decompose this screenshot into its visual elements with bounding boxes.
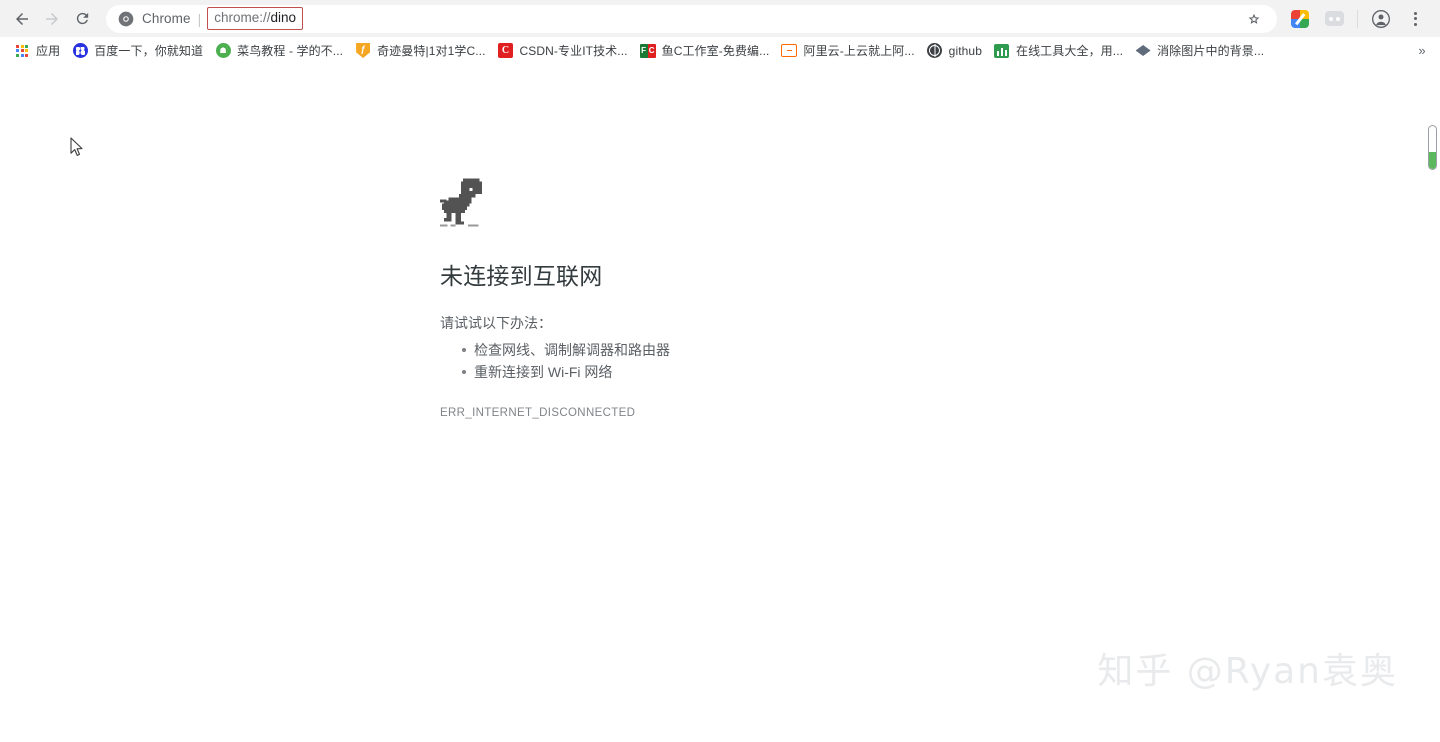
bookmark-github[interactable]: github xyxy=(923,40,990,62)
page-title: 未连接到互联网 xyxy=(440,263,603,289)
list-item: 重新连接到 Wi-Fi 网络 xyxy=(440,361,1040,383)
toolbar-action-icons xyxy=(1283,5,1432,33)
aliyun-icon xyxy=(781,43,798,59)
star-outline-icon xyxy=(1248,13,1260,24)
bookmark-online-tools[interactable]: 在线工具大全，用... xyxy=(990,40,1131,62)
chrome-icon xyxy=(118,11,134,26)
bookmarks-overflow-button[interactable]: » xyxy=(1412,40,1432,62)
omnibox-site-label: Chrome xyxy=(142,11,191,26)
extensions-button[interactable] xyxy=(1320,5,1348,33)
runoob-icon: ☗ xyxy=(215,43,231,59)
list-item: 检查网线、调制解调器和路由器 xyxy=(440,339,1040,361)
url-annotation-box[interactable]: chrome://dino xyxy=(207,7,304,30)
bookmark-apps[interactable]: 应用 xyxy=(10,40,68,62)
bookmark-baidu[interactable]: 百度一下，你就知道 xyxy=(68,40,211,62)
bookmarks-bar: 应用 百度一下，你就知道 ☗ 菜鸟教程 - 学的不... ƒ 奇迹曼特|1对1学… xyxy=(0,37,1440,65)
bookmark-label: 鱼C工作室-免费编... xyxy=(661,44,770,58)
network-error-block: 未连接到互联网 请试试以下办法： 检查网线、调制解调器和路由器 重新连接到 Wi… xyxy=(440,178,1040,419)
back-button[interactable] xyxy=(8,5,36,33)
bookmark-qijimante[interactable]: ƒ 奇迹曼特|1对1学C... xyxy=(351,40,493,62)
bookmark-label: 奇迹曼特|1对1学C... xyxy=(377,44,486,58)
extensions-puzzle-icon xyxy=(1324,11,1344,26)
arrow-right-icon xyxy=(46,12,58,25)
online-tools-icon xyxy=(994,43,1010,59)
bookmark-label: github xyxy=(948,43,982,58)
omnibox-actions xyxy=(1241,6,1267,32)
chrome-menu-icon xyxy=(1413,11,1417,26)
extension-google-icon xyxy=(1291,9,1309,28)
error-code: ERR_INTERNET_DISCONNECTED xyxy=(440,407,636,420)
bookmark-label: CSDN-专业IT技术... xyxy=(519,44,628,58)
bookmark-runoob[interactable]: ☗ 菜鸟教程 - 学的不... xyxy=(211,40,351,62)
url-scheme: chrome:// xyxy=(214,10,271,25)
fishc-icon: FC xyxy=(639,43,656,59)
watermark: 知乎 @Ryan袁奥 xyxy=(1097,651,1398,692)
bookmark-label: 百度一下，你就知道 xyxy=(94,44,204,58)
profile-avatar-icon xyxy=(1372,9,1390,28)
chrome-menu-button[interactable] xyxy=(1401,5,1429,33)
bookmark-csdn[interactable]: C CSDN-专业IT技术... xyxy=(494,40,636,62)
reload-icon xyxy=(76,12,88,25)
bookmark-aliyun[interactable]: 阿里云-上云就上阿... xyxy=(777,40,922,62)
dinosaur-icon xyxy=(440,178,482,227)
bookmark-label: 阿里云-上云就上阿... xyxy=(803,44,915,58)
scrollbar-thumb[interactable] xyxy=(1428,125,1437,170)
bookmark-star-button[interactable] xyxy=(1241,6,1267,32)
browser-toolbar: Chrome | chrome://dino xyxy=(0,0,1440,37)
qijimante-icon: ƒ xyxy=(355,43,371,59)
bookmark-remove-bg[interactable]: 消除图片中的背景... xyxy=(1131,40,1272,62)
arrow-left-icon xyxy=(16,12,28,25)
bookmark-fishc[interactable]: FC 鱼C工作室-免费编... xyxy=(636,40,778,62)
error-suggestions-list: 检查网线、调制解调器和路由器 重新连接到 Wi-Fi 网络 xyxy=(440,339,1040,383)
bookmark-label: 应用 xyxy=(36,44,61,58)
bookmark-label: 消除图片中的背景... xyxy=(1157,44,1265,58)
forward-button[interactable] xyxy=(38,5,66,33)
page-content: 未连接到互联网 请试试以下办法： 检查网线、调制解调器和路由器 重新连接到 Wi… xyxy=(0,65,1440,742)
url-host: dino xyxy=(270,10,297,25)
chrome-browser-window: Chrome | chrome://dino 应用 百度一下，你就知道 ☗ 菜鸟… xyxy=(0,0,1440,742)
github-icon xyxy=(927,43,943,59)
extension-google-button[interactable] xyxy=(1286,5,1314,33)
csdn-icon: C xyxy=(498,43,514,59)
error-lead-text: 请试试以下办法： xyxy=(440,315,552,332)
reload-button[interactable] xyxy=(68,5,96,33)
remove-bg-icon xyxy=(1135,43,1151,59)
bookmark-label: 菜鸟教程 - 学的不... xyxy=(237,44,344,58)
address-bar[interactable]: Chrome | chrome://dino xyxy=(106,4,1277,33)
omnibox-separator: | xyxy=(197,10,202,27)
toolbar-divider xyxy=(1357,9,1358,28)
profile-button[interactable] xyxy=(1367,5,1395,33)
bookmark-label: 在线工具大全，用... xyxy=(1015,44,1124,58)
vertical-scrollbar[interactable] xyxy=(1425,65,1440,742)
apps-grid-icon xyxy=(14,43,30,59)
baidu-icon xyxy=(72,43,88,59)
